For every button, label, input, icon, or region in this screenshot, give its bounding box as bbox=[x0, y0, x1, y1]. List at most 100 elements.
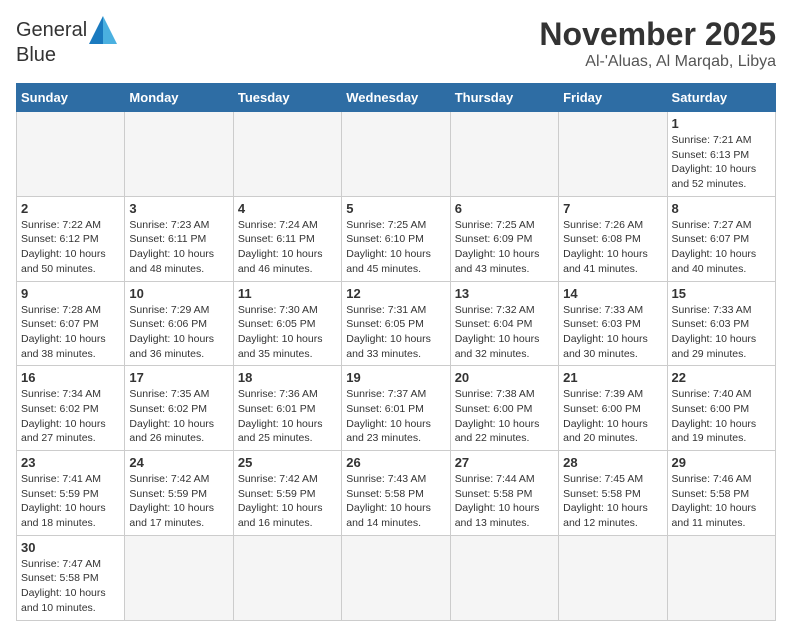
day-number: 6 bbox=[455, 201, 554, 216]
day-number: 24 bbox=[129, 455, 228, 470]
day-number: 27 bbox=[455, 455, 554, 470]
day-number: 26 bbox=[346, 455, 445, 470]
day-info: Sunrise: 7:45 AMSunset: 5:58 PMDaylight:… bbox=[563, 472, 662, 531]
calendar-cell: 3Sunrise: 7:23 AMSunset: 6:11 PMDaylight… bbox=[125, 196, 233, 281]
weekday-header-monday: Monday bbox=[125, 84, 233, 112]
day-info: Sunrise: 7:25 AMSunset: 6:09 PMDaylight:… bbox=[455, 218, 554, 277]
calendar-cell bbox=[559, 535, 667, 620]
calendar-cell: 27 Sunrise: 7:44 AMSunset: 5:58 PMDayligh… bbox=[450, 451, 558, 536]
day-info: Sunrise: 7:38 AMSunset: 6:00 PMDaylight:… bbox=[455, 387, 554, 446]
day-number: 14 bbox=[563, 286, 662, 301]
calendar-cell: 4 Sunrise: 7:24 AMSunset: 6:11 PMDaylight… bbox=[233, 196, 341, 281]
day-info: Sunrise: 7:24 AMSunset: 6:11 PMDaylight:… bbox=[238, 218, 337, 277]
day-number: 28 bbox=[563, 455, 662, 470]
calendar-cell bbox=[233, 112, 341, 197]
calendar-cell: 9 Sunrise: 7:28 AMSunset: 6:07 PMDaylight… bbox=[17, 281, 125, 366]
calendar-cell bbox=[342, 112, 450, 197]
header: General Blue November 2025 Al-'Aluas, Al… bbox=[16, 16, 776, 71]
calendar-cell: 8Sunrise: 7:27 AMSunset: 6:07 PMDaylight… bbox=[667, 196, 775, 281]
calendar-cell: 12 Sunrise: 7:31 AMSunset: 6:05 PMDayligh… bbox=[342, 281, 450, 366]
day-info: Sunrise: 7:23 AMSunset: 6:11 PMDaylight:… bbox=[129, 218, 228, 277]
day-number: 16 bbox=[21, 370, 120, 385]
calendar-cell: 13Sunrise: 7:32 AMSunset: 6:04 PMDayligh… bbox=[450, 281, 558, 366]
calendar-cell: 22 Sunrise: 7:40 AMSunset: 6:00 PMDayligh… bbox=[667, 366, 775, 451]
calendar-cell: 1 Sunrise: 7:21 AMSunset: 6:13 PMDaylight… bbox=[667, 112, 775, 197]
day-number: 2 bbox=[21, 201, 120, 216]
day-number: 22 bbox=[672, 370, 771, 385]
calendar-cell bbox=[559, 112, 667, 197]
logo-text-blue: Blue bbox=[16, 44, 56, 67]
weekday-header-friday: Friday bbox=[559, 84, 667, 112]
calendar-cell bbox=[17, 112, 125, 197]
calendar-cell bbox=[342, 535, 450, 620]
day-info: Sunrise: 7:46 AMSunset: 5:58 PMDaylight:… bbox=[672, 472, 771, 531]
day-number: 4 bbox=[238, 201, 337, 216]
calendar-subtitle: Al-'Aluas, Al Marqab, Libya bbox=[539, 53, 776, 71]
day-number: 19 bbox=[346, 370, 445, 385]
calendar-cell: 29Sunrise: 7:46 AMSunset: 5:58 PMDayligh… bbox=[667, 451, 775, 536]
calendar-cell bbox=[450, 112, 558, 197]
calendar-cell: 26 Sunrise: 7:43 AMSunset: 5:58 PMDayligh… bbox=[342, 451, 450, 536]
calendar-cell: 15Sunrise: 7:33 AMSunset: 6:03 PMDayligh… bbox=[667, 281, 775, 366]
day-info: Sunrise: 7:29 AMSunset: 6:06 PMDaylight:… bbox=[129, 303, 228, 362]
day-number: 8 bbox=[672, 201, 771, 216]
day-number: 17 bbox=[129, 370, 228, 385]
weekday-header-saturday: Saturday bbox=[667, 84, 775, 112]
calendar-cell: 24 Sunrise: 7:42 AMSunset: 5:59 PMDayligh… bbox=[125, 451, 233, 536]
day-info: Sunrise: 7:44 AMSunset: 5:58 PMDaylight:… bbox=[455, 472, 554, 531]
day-info: Sunrise: 7:26 AMSunset: 6:08 PMDaylight:… bbox=[563, 218, 662, 277]
day-info: Sunrise: 7:25 AMSunset: 6:10 PMDaylight:… bbox=[346, 218, 445, 277]
day-info: Sunrise: 7:43 AMSunset: 5:58 PMDaylight:… bbox=[346, 472, 445, 531]
calendar-cell: 7Sunrise: 7:26 AMSunset: 6:08 PMDaylight… bbox=[559, 196, 667, 281]
calendar-cell: 28 Sunrise: 7:45 AMSunset: 5:58 PMDayligh… bbox=[559, 451, 667, 536]
day-info: Sunrise: 7:39 AMSunset: 6:00 PMDaylight:… bbox=[563, 387, 662, 446]
day-info: Sunrise: 7:35 AMSunset: 6:02 PMDaylight:… bbox=[129, 387, 228, 446]
calendar-cell bbox=[233, 535, 341, 620]
calendar-cell: 30 Sunrise: 7:47 AMSunset: 5:58 PMDayligh… bbox=[17, 535, 125, 620]
day-number: 18 bbox=[238, 370, 337, 385]
calendar-cell: 5 Sunrise: 7:25 AMSunset: 6:10 PMDaylight… bbox=[342, 196, 450, 281]
calendar-cell bbox=[125, 535, 233, 620]
day-info: Sunrise: 7:47 AMSunset: 5:58 PMDaylight:… bbox=[21, 557, 120, 616]
day-number: 1 bbox=[672, 116, 771, 131]
day-info: Sunrise: 7:33 AMSunset: 6:03 PMDaylight:… bbox=[563, 303, 662, 362]
day-info: Sunrise: 7:30 AMSunset: 6:05 PMDaylight:… bbox=[238, 303, 337, 362]
calendar-cell: 21 Sunrise: 7:39 AMSunset: 6:00 PMDayligh… bbox=[559, 366, 667, 451]
day-number: 23 bbox=[21, 455, 120, 470]
day-info: Sunrise: 7:37 AMSunset: 6:01 PMDaylight:… bbox=[346, 387, 445, 446]
calendar-table: SundayMondayTuesdayWednesdayThursdayFrid… bbox=[16, 83, 776, 621]
calendar-cell: 11Sunrise: 7:30 AMSunset: 6:05 PMDayligh… bbox=[233, 281, 341, 366]
calendar-cell: 17 Sunrise: 7:35 AMSunset: 6:02 PMDayligh… bbox=[125, 366, 233, 451]
day-number: 5 bbox=[346, 201, 445, 216]
day-info: Sunrise: 7:32 AMSunset: 6:04 PMDaylight:… bbox=[455, 303, 554, 362]
day-info: Sunrise: 7:40 AMSunset: 6:00 PMDaylight:… bbox=[672, 387, 771, 446]
day-number: 21 bbox=[563, 370, 662, 385]
day-info: Sunrise: 7:34 AMSunset: 6:02 PMDaylight:… bbox=[21, 387, 120, 446]
day-info: Sunrise: 7:31 AMSunset: 6:05 PMDaylight:… bbox=[346, 303, 445, 362]
day-info: Sunrise: 7:33 AMSunset: 6:03 PMDaylight:… bbox=[672, 303, 771, 362]
calendar-cell bbox=[450, 535, 558, 620]
calendar-cell: 16 Sunrise: 7:34 AMSunset: 6:02 PMDayligh… bbox=[17, 366, 125, 451]
day-number: 9 bbox=[21, 286, 120, 301]
calendar-title: November 2025 bbox=[539, 16, 776, 53]
day-number: 10 bbox=[129, 286, 228, 301]
calendar-cell: 25 Sunrise: 7:42 AMSunset: 5:59 PMDayligh… bbox=[233, 451, 341, 536]
day-info: Sunrise: 7:21 AMSunset: 6:13 PMDaylight:… bbox=[672, 133, 771, 192]
day-number: 30 bbox=[21, 540, 120, 555]
calendar-cell: 6 Sunrise: 7:25 AMSunset: 6:09 PMDaylight… bbox=[450, 196, 558, 281]
calendar-cell: 10 Sunrise: 7:29 AMSunset: 6:06 PMDayligh… bbox=[125, 281, 233, 366]
day-number: 12 bbox=[346, 286, 445, 301]
day-info: Sunrise: 7:28 AMSunset: 6:07 PMDaylight:… bbox=[21, 303, 120, 362]
day-number: 20 bbox=[455, 370, 554, 385]
weekday-header-sunday: Sunday bbox=[17, 84, 125, 112]
calendar-cell: 14 Sunrise: 7:33 AMSunset: 6:03 PMDayligh… bbox=[559, 281, 667, 366]
day-number: 25 bbox=[238, 455, 337, 470]
weekday-header-wednesday: Wednesday bbox=[342, 84, 450, 112]
day-info: Sunrise: 7:42 AMSunset: 5:59 PMDaylight:… bbox=[238, 472, 337, 531]
day-info: Sunrise: 7:42 AMSunset: 5:59 PMDaylight:… bbox=[129, 472, 228, 531]
day-info: Sunrise: 7:41 AMSunset: 5:59 PMDaylight:… bbox=[21, 472, 120, 531]
weekday-header-thursday: Thursday bbox=[450, 84, 558, 112]
calendar-cell: 20 Sunrise: 7:38 AMSunset: 6:00 PMDayligh… bbox=[450, 366, 558, 451]
calendar-cell bbox=[667, 535, 775, 620]
day-info: Sunrise: 7:36 AMSunset: 6:01 PMDaylight:… bbox=[238, 387, 337, 446]
